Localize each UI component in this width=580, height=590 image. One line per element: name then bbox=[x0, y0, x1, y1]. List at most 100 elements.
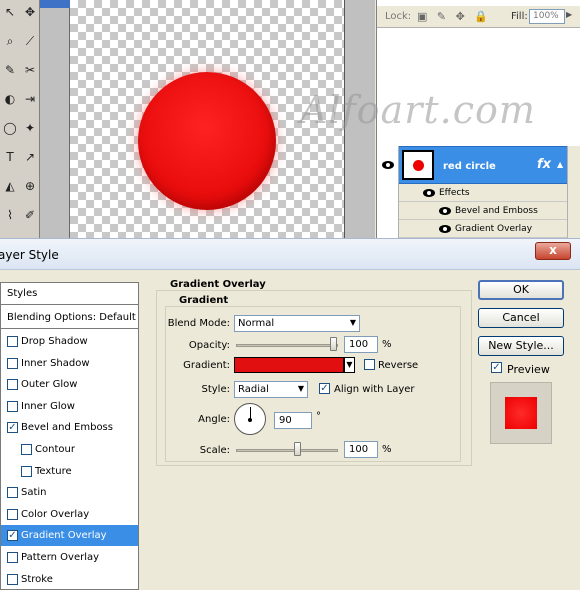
style-checkbox[interactable] bbox=[7, 508, 18, 520]
blend-mode-value: Normal bbox=[238, 318, 275, 329]
style-checkbox[interactable] bbox=[7, 400, 18, 412]
style-item[interactable]: Inner Shadow bbox=[1, 353, 138, 374]
tool-icon[interactable]: ⌕ bbox=[2, 33, 18, 49]
style-checkbox[interactable]: ✓ bbox=[7, 422, 18, 434]
style-checkbox[interactable] bbox=[7, 336, 18, 347]
align-checkbox[interactable]: ✓ bbox=[319, 383, 330, 394]
style-checkbox[interactable] bbox=[21, 444, 32, 455]
style-item[interactable]: Color Overlay bbox=[1, 504, 138, 525]
eye-icon[interactable] bbox=[382, 161, 394, 169]
lock-label: Lock: bbox=[385, 11, 412, 22]
style-checkbox[interactable] bbox=[7, 357, 18, 369]
style-select[interactable]: Radial ▼ bbox=[234, 381, 308, 398]
style-item[interactable]: Satin bbox=[1, 482, 138, 503]
tool-icon[interactable]: ↖ bbox=[2, 4, 18, 20]
ok-button[interactable]: OK bbox=[478, 280, 564, 300]
tool-icon[interactable]: ◯ bbox=[2, 120, 18, 136]
style-item[interactable]: ✓ Bevel and Emboss bbox=[1, 417, 138, 438]
style-item[interactable]: Contour bbox=[1, 439, 138, 460]
style-checkbox[interactable] bbox=[7, 379, 18, 391]
preview-thumbnail bbox=[505, 397, 537, 429]
cancel-button[interactable]: Cancel bbox=[478, 308, 564, 328]
new-style-button[interactable]: New Style... bbox=[478, 336, 564, 356]
preview-checkbox[interactable]: ✓ bbox=[491, 362, 502, 373]
style-checkbox[interactable] bbox=[21, 465, 32, 477]
align-label: Align with Layer bbox=[334, 384, 415, 395]
close-button[interactable]: x bbox=[535, 242, 571, 260]
angle-input[interactable]: 90 bbox=[274, 412, 312, 429]
fill-dropdown-arrow[interactable]: ▶ bbox=[566, 10, 572, 19]
tool-icon[interactable]: ✐ bbox=[22, 207, 38, 223]
effect-row-bevel[interactable]: Bevel and Emboss bbox=[399, 202, 567, 220]
style-checkbox[interactable] bbox=[7, 573, 18, 585]
opacity-slider-track[interactable] bbox=[236, 344, 338, 347]
style-item[interactable]: Outer Glow bbox=[1, 374, 138, 395]
style-item[interactable]: Texture bbox=[1, 461, 138, 482]
reverse-checkbox[interactable] bbox=[364, 359, 375, 370]
watermark-text: Alfoart.com bbox=[300, 88, 536, 132]
gradient-swatch[interactable] bbox=[234, 357, 344, 373]
style-item[interactable]: Stroke bbox=[1, 569, 138, 590]
dialog-title: ayer Style bbox=[0, 248, 59, 262]
styles-header[interactable]: Styles bbox=[1, 283, 138, 305]
gutter-topbar bbox=[40, 0, 70, 8]
tool-icon[interactable]: ✦ bbox=[22, 120, 38, 136]
red-circle-shape bbox=[138, 72, 276, 210]
fill-input[interactable]: 100% bbox=[529, 9, 565, 24]
tool-icon[interactable]: T bbox=[2, 149, 18, 165]
expand-caret-icon[interactable]: ▲ bbox=[557, 160, 563, 169]
tool-icon[interactable]: ✂ bbox=[22, 62, 38, 78]
angle-center bbox=[248, 418, 252, 422]
lock-icons[interactable]: ▣ ✎ ✥ 🔒 bbox=[417, 10, 491, 23]
dialog-titlebar[interactable]: ayer Style x bbox=[0, 238, 580, 270]
style-item[interactable]: Pattern Overlay bbox=[1, 547, 138, 568]
tool-icon[interactable]: ↗ bbox=[22, 149, 38, 165]
scale-slider-thumb[interactable] bbox=[294, 442, 301, 456]
effect-row-gradient[interactable]: Gradient Overlay bbox=[399, 220, 567, 238]
tool-icon[interactable]: ⌇ bbox=[2, 207, 18, 223]
tool-icon[interactable]: ✎ bbox=[2, 62, 18, 78]
chevron-down-icon: ▼ bbox=[297, 384, 304, 393]
tool-icon[interactable]: ⟋ bbox=[22, 33, 38, 49]
style-item[interactable]: ✓ Gradient Overlay bbox=[1, 525, 138, 547]
style-checkbox[interactable]: ✓ bbox=[7, 530, 18, 542]
style-checkbox[interactable] bbox=[7, 552, 18, 563]
eye-icon[interactable] bbox=[439, 207, 451, 215]
gradient-label: Gradient: bbox=[183, 360, 230, 371]
eye-icon[interactable] bbox=[423, 189, 435, 197]
opacity-unit: % bbox=[382, 339, 392, 350]
style-value: Radial bbox=[238, 384, 269, 395]
opacity-slider-thumb[interactable] bbox=[330, 337, 337, 351]
blending-options-item[interactable]: Blending Options: Default bbox=[1, 307, 138, 329]
tool-icon[interactable]: ✥ bbox=[22, 4, 38, 20]
style-item-label: Inner Glow bbox=[21, 400, 75, 412]
style-item-label: Stroke bbox=[21, 573, 53, 585]
effects-eye-cell bbox=[377, 184, 399, 202]
fx-icon[interactable]: fx bbox=[537, 157, 551, 172]
eye-icon[interactable] bbox=[439, 225, 451, 233]
chevron-down-icon: ▼ bbox=[349, 318, 356, 327]
angle-dial[interactable] bbox=[234, 403, 266, 435]
style-item[interactable]: Inner Glow bbox=[1, 396, 138, 417]
scale-input[interactable]: 100 bbox=[344, 441, 378, 458]
gradient-dropdown-icon[interactable]: ▼ bbox=[344, 357, 355, 373]
layer-visibility-cell[interactable] bbox=[377, 146, 399, 184]
style-checkbox[interactable] bbox=[7, 487, 18, 499]
effects-row[interactable]: Effects bbox=[399, 184, 567, 202]
blend-mode-select[interactable]: Normal ▼ bbox=[234, 315, 360, 332]
opacity-input[interactable]: 100 bbox=[344, 336, 378, 353]
style-item-label: Color Overlay bbox=[21, 508, 90, 520]
tool-icon[interactable]: ◐ bbox=[2, 91, 18, 107]
style-item[interactable]: Drop Shadow bbox=[1, 331, 138, 352]
scale-slider-track[interactable] bbox=[236, 449, 338, 452]
tool-icon[interactable]: ⊕ bbox=[22, 178, 38, 194]
subgroup-title: Gradient bbox=[177, 295, 231, 306]
toolbox: ↖ ✥ ⌕ ⟋ ✎ ✂ ◐ ⇥ ◯ ✦ T ↗ ◭ ⊕ ⌇ ✐ bbox=[0, 0, 40, 238]
style-item-label: Texture bbox=[35, 465, 72, 477]
layer-name[interactable]: red circle bbox=[443, 161, 496, 172]
layers-scrollbar[interactable] bbox=[567, 146, 580, 238]
layer-style-dialog: ayer Style x Styles Blending Options: De… bbox=[0, 238, 580, 590]
tool-icon[interactable]: ◭ bbox=[2, 178, 18, 194]
tool-icon[interactable]: ⇥ bbox=[22, 91, 38, 107]
lock-row: Lock: ▣ ✎ ✥ 🔒 Fill: 100% ▶ bbox=[377, 6, 580, 28]
